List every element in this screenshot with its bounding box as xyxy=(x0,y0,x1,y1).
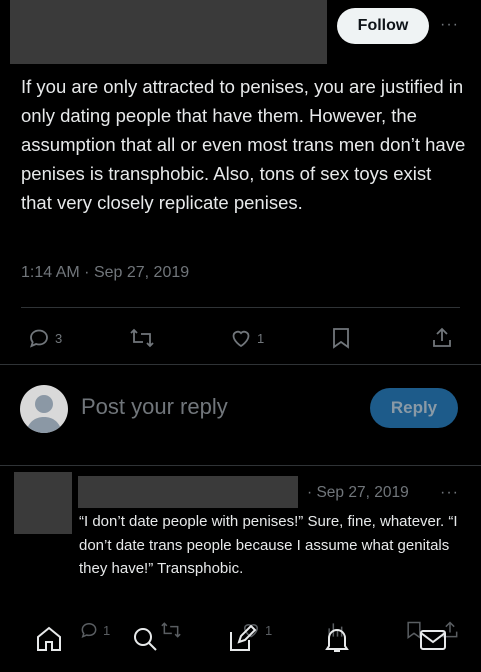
heart-icon xyxy=(229,326,253,350)
share-action[interactable] xyxy=(431,326,453,350)
reply-button[interactable]: Reply xyxy=(370,388,458,428)
reply-more-button[interactable]: ··· xyxy=(440,484,459,502)
reply-text: “I don’t date people with penises!” Sure… xyxy=(79,513,458,577)
nav-home[interactable] xyxy=(34,624,64,654)
bookmark-action[interactable] xyxy=(330,326,352,350)
reply-date[interactable]: · Sep 27, 2019 xyxy=(307,484,409,502)
default-avatar-icon xyxy=(26,395,62,433)
bell-icon xyxy=(322,624,352,654)
bookmark-icon xyxy=(330,326,352,350)
reply-count: 3 xyxy=(55,330,63,346)
mail-icon xyxy=(418,624,448,654)
retweet-icon xyxy=(160,620,182,640)
more-options-button[interactable]: ··· xyxy=(440,16,459,34)
tweet-timestamp[interactable]: 1:14 AM · Sep 27, 2019 xyxy=(21,264,189,282)
reply-input[interactable]: Post your reply xyxy=(81,394,228,420)
share-icon xyxy=(431,326,453,350)
nav-compose[interactable] xyxy=(227,624,257,654)
author-redacted-block xyxy=(10,0,327,64)
retweet-action[interactable] xyxy=(129,326,155,350)
reply-icon xyxy=(79,620,99,640)
like-count: 1 xyxy=(257,330,265,346)
reply-retweet-action[interactable] xyxy=(160,620,182,640)
reply-reply-count: 1 xyxy=(103,622,111,638)
tweet-time: 1:14 AM xyxy=(21,264,80,281)
home-icon xyxy=(34,624,64,654)
retweet-icon xyxy=(129,326,155,350)
reply-reply-action[interactable]: 1 xyxy=(79,620,110,640)
divider xyxy=(0,364,481,365)
nav-messages[interactable] xyxy=(418,624,448,654)
reply-author-redacted xyxy=(78,476,298,508)
reply-icon xyxy=(27,326,51,350)
divider xyxy=(0,465,481,466)
reply-like-count: 1 xyxy=(265,622,273,638)
tweet-date: Sep 27, 2019 xyxy=(93,264,190,281)
user-avatar[interactable] xyxy=(20,385,68,433)
search-icon xyxy=(130,624,160,654)
divider xyxy=(21,307,460,308)
tweet-text: If you are only attracted to penises, yo… xyxy=(21,76,466,213)
nav-search[interactable] xyxy=(130,624,160,654)
meta-separator: · xyxy=(84,264,90,281)
follow-button[interactable]: Follow xyxy=(337,8,429,44)
reply-avatar-redacted xyxy=(14,472,72,534)
nav-notifications[interactable] xyxy=(322,624,352,654)
compose-icon xyxy=(227,624,257,654)
like-action[interactable]: 1 xyxy=(229,326,264,350)
reply-action[interactable]: 3 xyxy=(27,326,62,350)
